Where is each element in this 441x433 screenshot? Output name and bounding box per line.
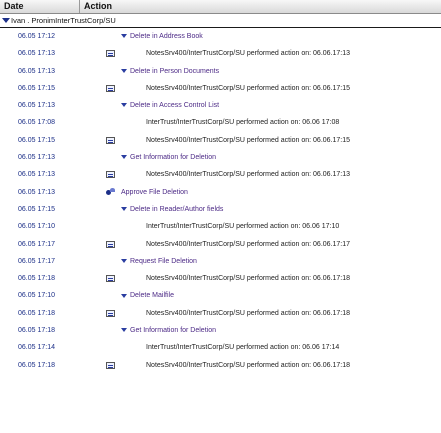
table-row[interactable]: 06.05 17:18 NotesSrv400/InterTrustCorp/SU…: [0, 305, 441, 322]
table-row[interactable]: 06.05 17:12 Delete in Address Book: [0, 28, 441, 45]
column-header-bar: Date Action: [0, 0, 441, 14]
event-heading[interactable]: Delete in Reader/Author fields: [121, 201, 223, 218]
event-label: Delete in Reader/Author fields: [130, 205, 224, 213]
row-date: 06.05 17:18: [18, 309, 55, 317]
row-date: 06.05 17:18: [18, 327, 55, 335]
row-date: 06.05 17:13: [18, 102, 55, 110]
expand-triangle-icon[interactable]: [121, 207, 127, 212]
document-icon: [106, 171, 115, 179]
document-icon: [106, 136, 115, 144]
row-date: 06.05 17:12: [18, 33, 55, 40]
table-row[interactable]: 06.05 17:15 NotesSrv400/InterTrustCorp/SU…: [0, 80, 441, 97]
action-detail-text: NotesSrv400/InterTrustCorp/SU performed …: [146, 309, 351, 317]
table-row[interactable]: 06.05 17:13 Delete in Access Control List: [0, 97, 441, 114]
group-title: Ivan . PronimInterTrustCorp/SU: [11, 16, 116, 25]
event-label: Get Information for Deletion: [130, 154, 216, 162]
document-icon: [106, 275, 115, 283]
document-icon: [106, 309, 115, 317]
row-date: 06.05 17:13: [18, 171, 55, 179]
action-detail-text: NotesSrv400/InterTrustCorp/SU performed …: [146, 171, 351, 179]
expand-triangle-icon[interactable]: [121, 328, 127, 333]
expand-triangle-icon[interactable]: [121, 68, 127, 73]
event-heading[interactable]: Delete in Address Book: [121, 28, 203, 45]
table-row[interactable]: 06.05 17:14 InterTrust/InterTrustCorp/SU …: [0, 339, 441, 356]
action-detail-text: NotesSrv400/InterTrustCorp/SU performed …: [146, 136, 351, 144]
table-row[interactable]: 06.05 17:17 Request File Deletion: [0, 253, 441, 270]
row-date: 06.05 17:10: [18, 223, 55, 231]
table-row[interactable]: 06.05 17:13 NotesSrv400/InterTrustCorp/SU…: [0, 166, 441, 183]
event-label: Delete in Person Documents: [130, 67, 220, 75]
table-row[interactable]: 06.05 17:08 InterTrust/InterTrustCorp/SU …: [0, 114, 441, 131]
approval-label: Approve File Deletion: [121, 188, 188, 196]
event-label: Delete in Access Control List: [130, 102, 220, 110]
document-icon: [106, 50, 115, 58]
table-row[interactable]: 06.05 17:10 Delete Mailfile: [0, 287, 441, 304]
document-icon: [106, 84, 115, 92]
event-heading[interactable]: Delete Mailfile: [121, 287, 174, 304]
event-heading[interactable]: Get Information for Deletion: [121, 322, 216, 339]
event-heading[interactable]: Request File Deletion: [121, 253, 197, 270]
key-icon: [106, 187, 116, 196]
event-heading[interactable]: Get Information for Deletion: [121, 149, 216, 166]
event-label: Request File Deletion: [130, 257, 197, 265]
expand-triangle-icon[interactable]: [121, 155, 127, 160]
table-row[interactable]: 06.05 17:10 InterTrust/InterTrustCorp/SU …: [0, 218, 441, 235]
action-detail-text: InterTrust/InterTrustCorp/SU performed a…: [146, 344, 340, 352]
row-date: 06.05 17:14: [18, 344, 55, 352]
expand-triangle-icon[interactable]: [121, 34, 127, 39]
table-row[interactable]: 06.05 17:13 NotesSrv400/InterTrustCorp/SU…: [0, 45, 441, 62]
event-label: Get Information for Deletion: [130, 327, 216, 335]
action-detail-text: InterTrust/InterTrustCorp/SU performed a…: [146, 223, 340, 231]
collapse-triangle-icon[interactable]: [2, 18, 10, 23]
action-detail-text: NotesSrv400/InterTrustCorp/SU performed …: [146, 361, 351, 369]
table-row[interactable]: 06.05 17:13 Approve File Deletion: [0, 184, 441, 201]
action-detail-text: NotesSrv400/InterTrustCorp/SU performed …: [146, 240, 351, 248]
row-date: 06.05 17:18: [18, 361, 55, 369]
row-date: 06.05 17:17: [18, 240, 55, 248]
row-date: 06.05 17:17: [18, 257, 55, 265]
document-icon: [106, 240, 115, 248]
event-heading[interactable]: Delete in Access Control List: [121, 97, 219, 114]
row-date: 06.05 17:13: [18, 67, 55, 75]
action-list: 06.05 17:12 Delete in Address Book 06.05 1…: [0, 28, 441, 374]
table-row[interactable]: 06.05 17:13 Get Information for Deletion: [0, 149, 441, 166]
row-date: 06.05 17:13: [18, 188, 55, 196]
table-row[interactable]: 06.05 17:17 NotesSrv400/InterTrustCorp/SU…: [0, 236, 441, 253]
row-date: 06.05 17:13: [18, 154, 55, 162]
action-detail-text: InterTrust/InterTrustCorp/SU performed a…: [146, 119, 340, 127]
action-detail-text: NotesSrv400/InterTrustCorp/SU performed …: [146, 84, 351, 92]
row-date: 06.05 17:10: [18, 292, 55, 300]
table-row[interactable]: 06.05 17:15 NotesSrv400/InterTrustCorp/SU…: [0, 132, 441, 149]
event-heading[interactable]: Delete in Person Documents: [121, 63, 219, 80]
table-row[interactable]: 06.05 17:18 NotesSrv400/InterTrustCorp/SU…: [0, 357, 441, 374]
event-label: Delete Mailfile: [130, 292, 174, 300]
row-date: 06.05 17:13: [18, 50, 55, 58]
row-date: 06.05 17:15: [18, 136, 55, 144]
row-date: 06.05 17:15: [18, 84, 55, 92]
expand-triangle-icon[interactable]: [121, 259, 127, 264]
table-row[interactable]: 06.05 17:18 Get Information for Deletion: [0, 322, 441, 339]
expand-triangle-icon[interactable]: [121, 103, 127, 108]
table-row[interactable]: 06.05 17:18 NotesSrv400/InterTrustCorp/SU…: [0, 270, 441, 287]
row-date: 06.05 17:18: [18, 275, 55, 283]
row-date: 06.05 17:15: [18, 205, 55, 213]
action-detail-text: NotesSrv400/InterTrustCorp/SU performed …: [146, 275, 351, 283]
table-row[interactable]: 06.05 17:15 Delete in Reader/Author field…: [0, 201, 441, 218]
row-date: 06.05 17:08: [18, 119, 55, 127]
table-row[interactable]: 06.05 17:13 Delete in Person Documents: [0, 63, 441, 80]
document-icon: [106, 361, 115, 369]
expand-triangle-icon[interactable]: [121, 293, 127, 298]
action-detail-text: NotesSrv400/InterTrustCorp/SU performed …: [146, 50, 351, 58]
group-row[interactable]: Ivan . PronimInterTrustCorp/SU: [0, 14, 441, 28]
action-column-header[interactable]: Action: [80, 0, 441, 13]
event-label: Delete in Address Book: [130, 33, 203, 40]
date-column-header[interactable]: Date: [0, 0, 80, 13]
